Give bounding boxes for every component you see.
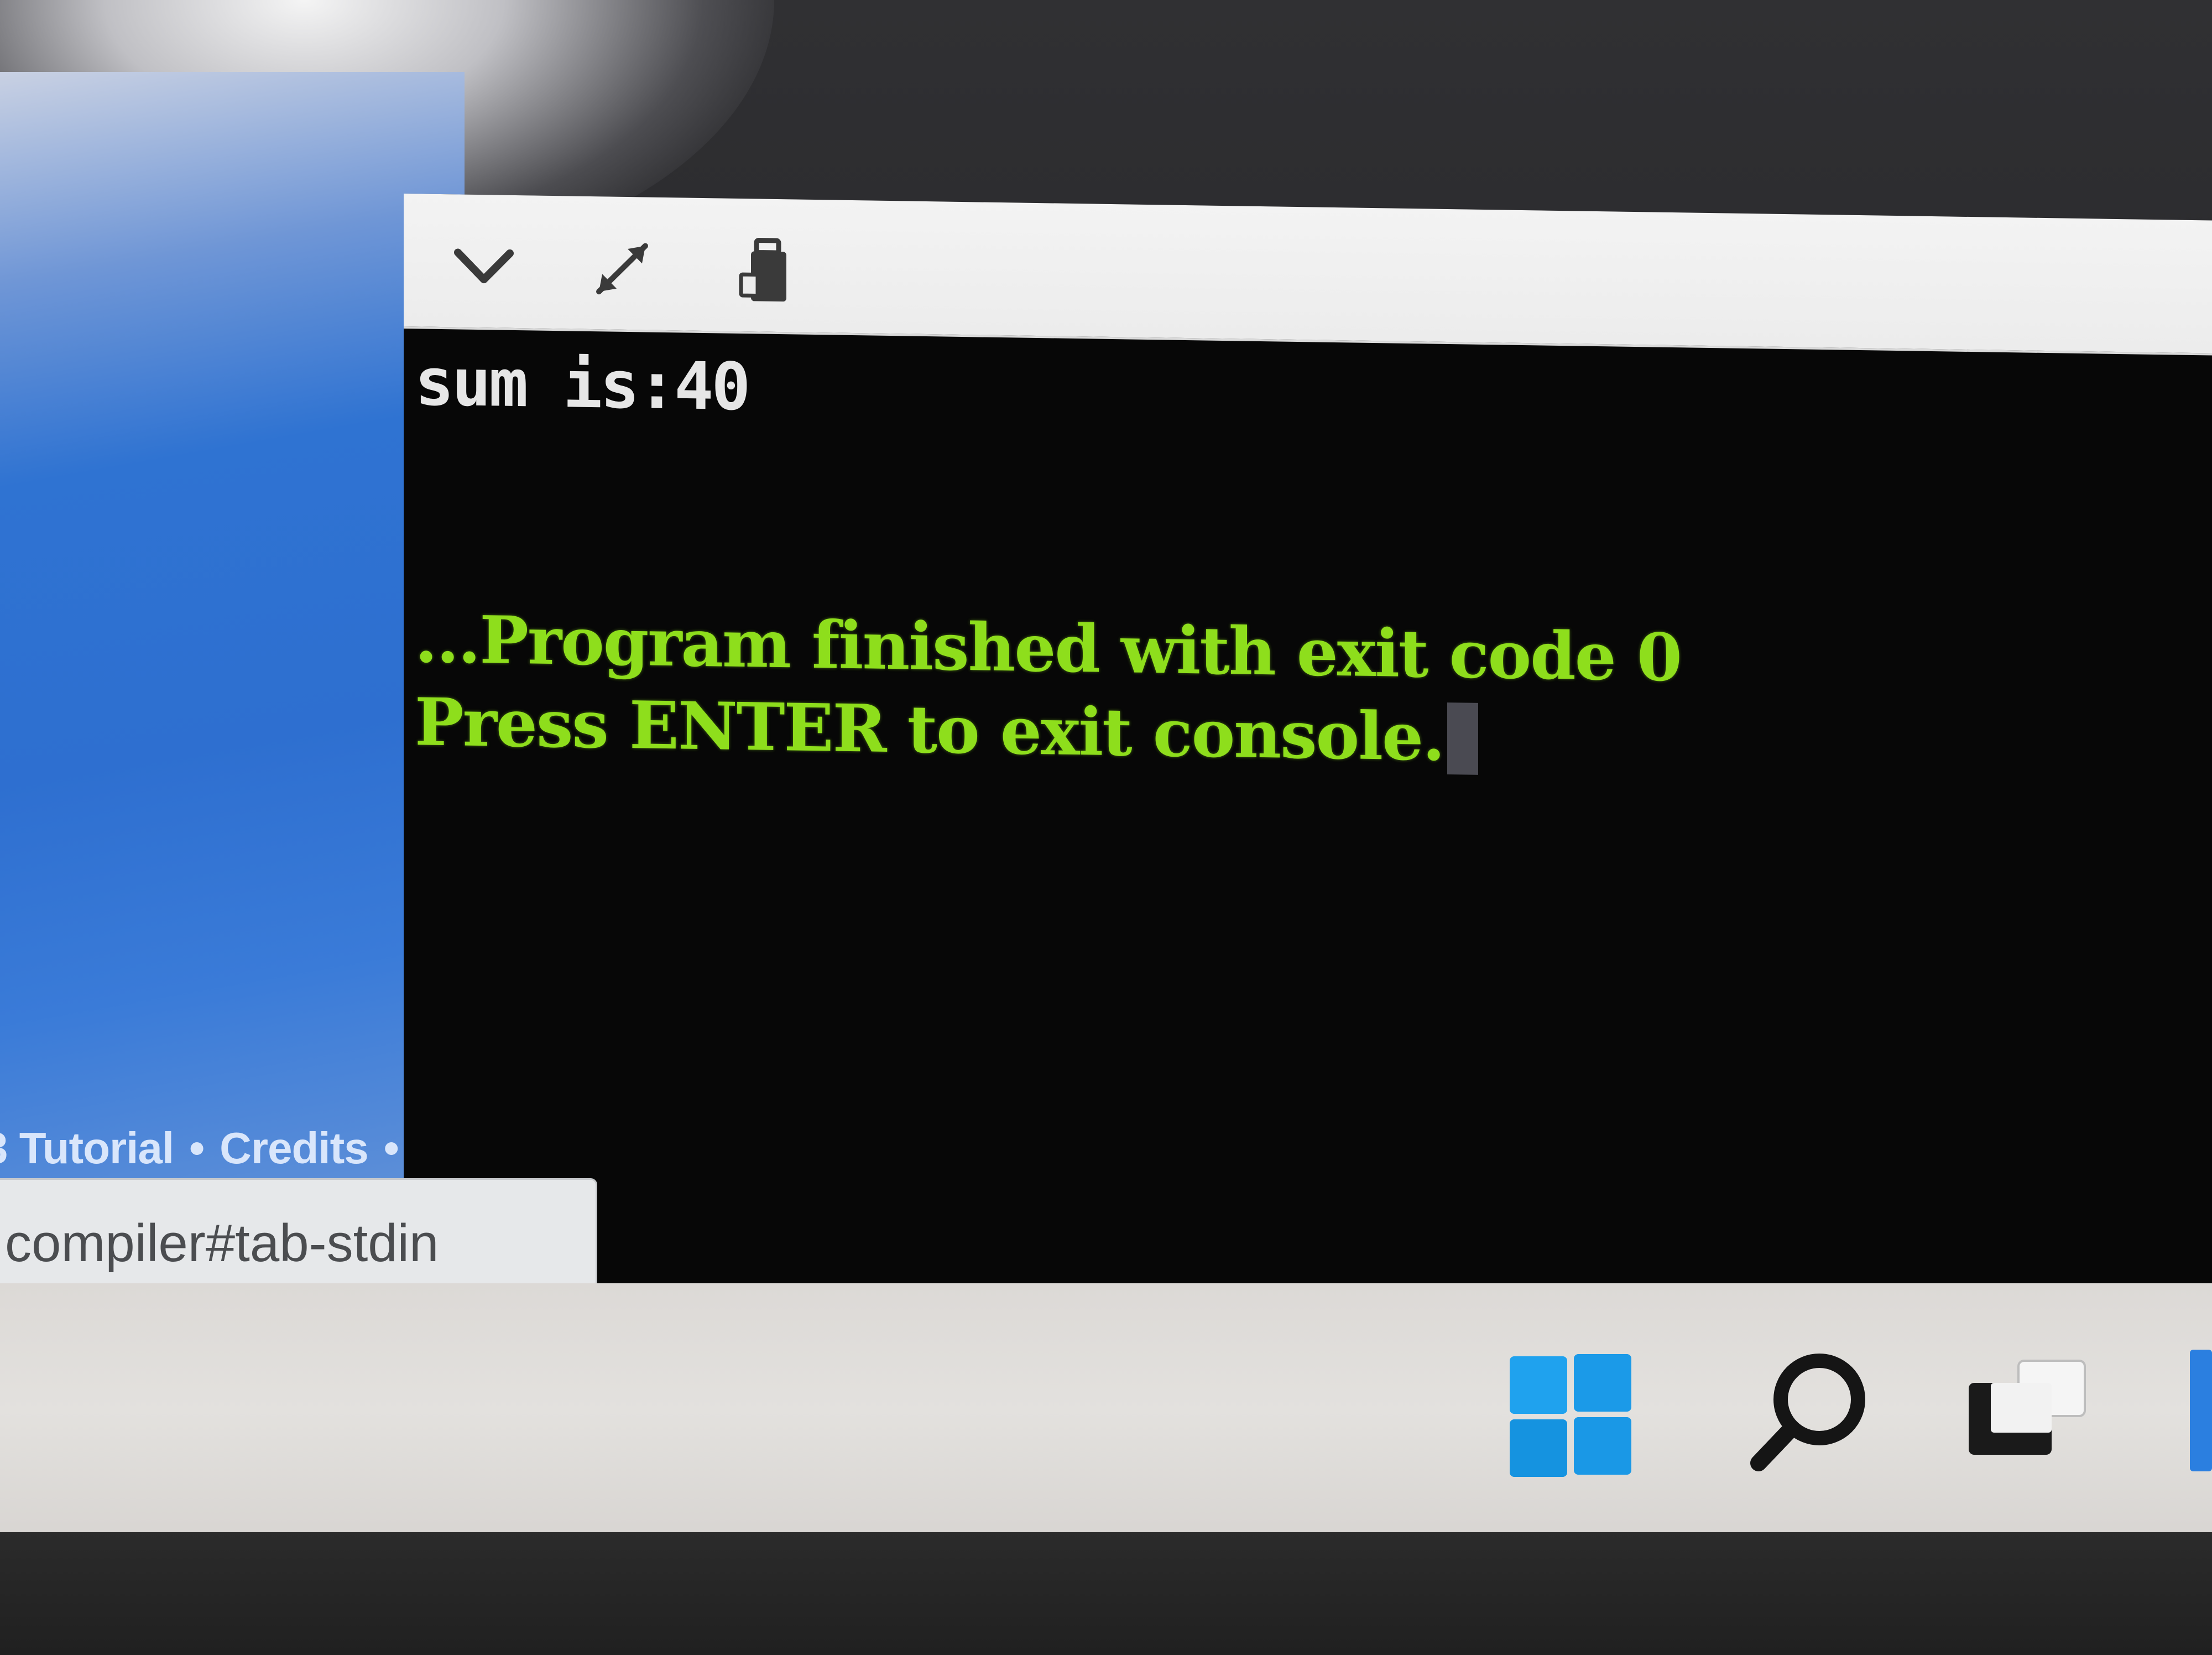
- copy-button[interactable]: [730, 237, 802, 305]
- expand-button[interactable]: [586, 235, 658, 303]
- monitor-bezel: [0, 1532, 2212, 1655]
- taskbar: [0, 1283, 2212, 1538]
- console-toolbar: [404, 194, 2212, 356]
- start-button[interactable]: [1504, 1350, 1637, 1482]
- taskbar-app-icon[interactable]: [2190, 1350, 2212, 1471]
- console-panel[interactable]: sum is:40 ...Program finished with exit …: [404, 194, 2212, 1310]
- photo-scene: 3 Tutorial • Credits • sum is:40 ...Prog…: [0, 0, 2212, 1655]
- expand-icon: [596, 243, 648, 295]
- copy-icon: [739, 238, 786, 302]
- footer-link-credits[interactable]: Credits: [220, 1123, 369, 1173]
- windows-start-icon: [1510, 1354, 1631, 1477]
- text-cursor: [1447, 702, 1479, 775]
- search-icon: [1750, 1354, 1865, 1471]
- collapse-button[interactable]: [448, 233, 520, 300]
- chevron-down-icon: [454, 248, 514, 284]
- footer-link-tutorial[interactable]: 3 Tutorial: [0, 1123, 174, 1173]
- footer-separator: •: [383, 1123, 399, 1173]
- console-output: sum is:40 ...Program finished with exit …: [415, 332, 2184, 789]
- task-view-icon: [1969, 1360, 2086, 1455]
- status-url-tooltip: compiler#tab-stdin: [0, 1178, 597, 1289]
- task-view-button[interactable]: [1958, 1350, 2090, 1471]
- status-url-text: compiler#tab-stdin: [5, 1214, 439, 1273]
- press-enter-text: Press ENTER to exit console.: [415, 683, 1444, 776]
- browser-page: 3 Tutorial • Credits •: [0, 72, 465, 1191]
- search-button[interactable]: [1742, 1344, 1875, 1477]
- footer-separator: •: [189, 1123, 205, 1173]
- footer-links: 3 Tutorial • Credits •: [0, 1123, 414, 1174]
